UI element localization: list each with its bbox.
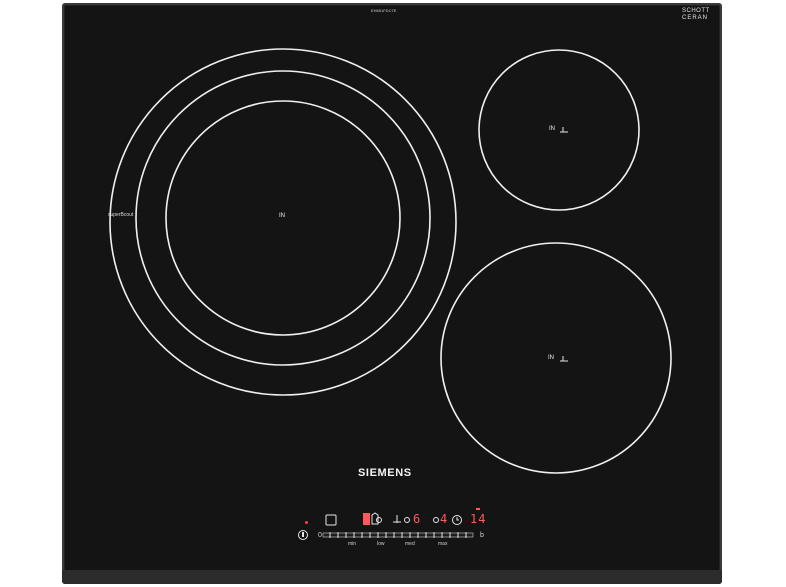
glass-brand-line2: CERAN	[682, 15, 709, 21]
zone-level-display: 4	[440, 512, 449, 526]
zone-select-icon-2	[393, 515, 401, 523]
slider-tick-low: low	[377, 541, 385, 547]
slider-tick-med: med	[405, 541, 415, 547]
top-right-zone-label: IN	[549, 126, 555, 132]
booster-indicator	[363, 513, 370, 525]
slider-tick-max: max	[438, 541, 448, 547]
timer-indicator	[476, 508, 480, 510]
power-indicator-dot	[305, 521, 308, 524]
large-zone-label: IN	[279, 213, 285, 219]
slider-start-label: 0	[318, 532, 322, 539]
child-lock-icon	[325, 514, 337, 526]
bottom-right-zone-label: IN	[548, 355, 554, 361]
bottom-right-zone-ring	[440, 242, 672, 474]
slider-end-label: b	[480, 532, 484, 539]
zone-select-icon-4	[433, 517, 439, 523]
glass-brand-line1: SCHOTT	[682, 8, 710, 14]
cooking-zones	[109, 48, 672, 538]
zone-level-display-2: 6	[413, 512, 422, 526]
power-slider	[322, 532, 474, 538]
zone-select-icon-3	[404, 517, 410, 523]
zone-select-icon-1	[376, 517, 382, 523]
power-button[interactable]	[298, 530, 308, 540]
slider-tick-min: min	[348, 541, 357, 547]
timer-display: 14	[470, 512, 487, 526]
brand-logo: SIEMENS	[358, 467, 412, 479]
large-zone-booster-label: superBcout	[108, 212, 134, 218]
top-right-zone-ring	[478, 49, 640, 211]
model-number: EH651FDC7E	[371, 8, 397, 13]
